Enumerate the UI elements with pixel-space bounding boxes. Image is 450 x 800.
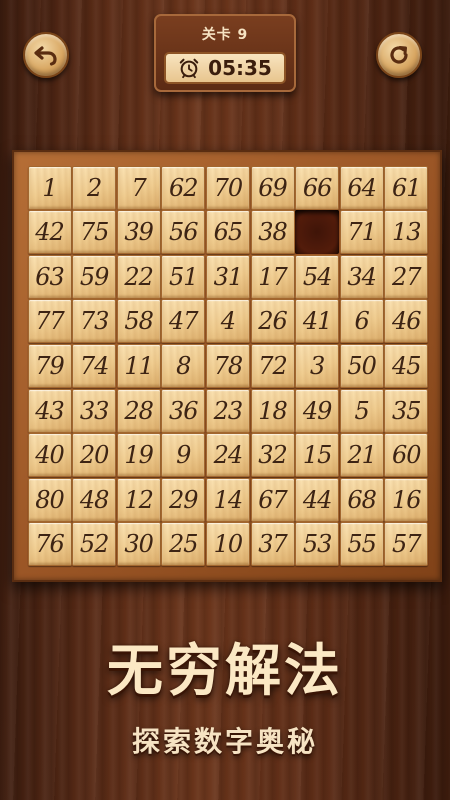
number-tile[interactable]: 8 (161, 343, 206, 388)
number-tile[interactable]: 48 (72, 477, 117, 522)
number-tile[interactable]: 74 (72, 343, 117, 388)
level-label: 关卡 9 (201, 27, 249, 43)
number-tile[interactable]: 25 (161, 522, 206, 567)
number-tile[interactable]: 16 (384, 477, 429, 522)
number-tile[interactable]: 23 (205, 388, 250, 433)
number-tile[interactable]: 70 (205, 165, 250, 210)
number-tile[interactable]: 67 (250, 477, 295, 522)
refresh-icon (390, 46, 408, 64)
number-tile[interactable]: 22 (116, 254, 161, 299)
number-tile[interactable]: 15 (295, 433, 340, 478)
number-tile[interactable]: 7 (116, 165, 161, 210)
number-tile[interactable]: 57 (384, 522, 429, 567)
number-tile[interactable]: 36 (161, 388, 206, 433)
number-tile[interactable]: 3 (295, 343, 340, 388)
number-tile[interactable]: 69 (250, 165, 295, 210)
number-tile[interactable]: 76 (27, 522, 72, 567)
undo-arrow-icon (34, 46, 57, 66)
number-tile[interactable]: 65 (205, 210, 250, 255)
number-tile[interactable]: 63 (27, 254, 72, 299)
number-tile[interactable]: 50 (339, 343, 384, 388)
number-tile[interactable]: 56 (161, 210, 206, 255)
number-tile[interactable]: 11 (116, 343, 161, 388)
number-tile[interactable]: 14 (205, 477, 250, 522)
number-tile[interactable]: 52 (72, 522, 117, 567)
number-tile[interactable]: 38 (250, 210, 295, 255)
number-tile[interactable]: 33 (72, 388, 117, 433)
number-tile[interactable]: 12 (116, 477, 161, 522)
number-tile[interactable]: 39 (116, 210, 161, 255)
number-tile[interactable]: 9 (161, 433, 206, 478)
number-tile[interactable]: 78 (205, 343, 250, 388)
number-tile[interactable]: 19 (116, 433, 161, 478)
number-tile[interactable]: 1 (27, 165, 72, 210)
number-tile[interactable]: 24 (205, 433, 250, 478)
number-tile[interactable]: 26 (250, 299, 295, 344)
number-tile[interactable]: 34 (339, 254, 384, 299)
number-tile[interactable]: 21 (339, 433, 384, 478)
number-tile[interactable]: 31 (205, 254, 250, 299)
number-tile[interactable]: 61 (384, 165, 429, 210)
number-tile[interactable]: 40 (27, 433, 72, 478)
number-tile[interactable]: 17 (250, 254, 295, 299)
back-button[interactable] (23, 32, 69, 78)
number-tile[interactable]: 72 (250, 343, 295, 388)
number-tile[interactable]: 10 (205, 522, 250, 567)
number-tile[interactable]: 64 (339, 165, 384, 210)
number-tile[interactable]: 73 (72, 299, 117, 344)
alarm-clock-icon (179, 58, 199, 79)
number-tile[interactable]: 55 (339, 522, 384, 567)
number-tile[interactable]: 30 (116, 522, 161, 567)
number-tile[interactable]: 35 (384, 388, 429, 433)
number-tile[interactable]: 68 (339, 477, 384, 522)
timer-text: 05:35 (208, 56, 272, 80)
puzzle-board: 1 2 7 62 70 69 66 64 61 42 75 39 56 65 38 71 13 63 59 22 51 3… (12, 150, 442, 582)
number-tile[interactable]: 20 (72, 433, 117, 478)
number-tile[interactable]: 32 (250, 433, 295, 478)
number-tile[interactable]: 79 (27, 343, 72, 388)
number-tile[interactable]: 51 (161, 254, 206, 299)
number-tile[interactable]: 13 (384, 210, 429, 255)
number-tile[interactable]: 41 (295, 299, 340, 344)
number-tile[interactable]: 45 (384, 343, 429, 388)
timer-display: 05:35 (164, 52, 286, 84)
number-tile[interactable]: 37 (250, 522, 295, 567)
number-tile[interactable]: 75 (72, 210, 117, 255)
number-tile[interactable]: 4 (205, 299, 250, 344)
number-tile[interactable]: 59 (72, 254, 117, 299)
number-tile[interactable]: 28 (116, 388, 161, 433)
number-tile[interactable]: 5 (339, 388, 384, 433)
number-tile[interactable]: 47 (161, 299, 206, 344)
number-tile[interactable]: 80 (27, 477, 72, 522)
number-tile[interactable]: 66 (295, 165, 340, 210)
empty-slot (295, 210, 340, 255)
number-tile[interactable]: 27 (384, 254, 429, 299)
number-tile[interactable]: 18 (250, 388, 295, 433)
number-tile[interactable]: 43 (27, 388, 72, 433)
promo-subtitle: 探索数字奥秘 (131, 725, 318, 758)
number-tile[interactable]: 53 (295, 522, 340, 567)
number-tile[interactable]: 2 (72, 165, 117, 210)
number-tile[interactable]: 46 (384, 299, 429, 344)
number-tile[interactable]: 29 (161, 477, 206, 522)
number-tile[interactable]: 49 (295, 388, 340, 433)
number-tile[interactable]: 44 (295, 477, 340, 522)
number-tile[interactable]: 77 (27, 299, 72, 344)
promo-title: 无穷解法 (107, 639, 343, 704)
restart-button[interactable] (376, 32, 422, 78)
number-tile[interactable]: 58 (116, 299, 161, 344)
level-panel: 关卡 9 05:35 (154, 14, 296, 92)
number-tile[interactable]: 71 (339, 210, 384, 255)
number-tile[interactable]: 60 (384, 433, 429, 478)
number-tile[interactable]: 54 (295, 254, 340, 299)
number-tile[interactable]: 62 (161, 165, 206, 210)
number-tile[interactable]: 42 (27, 210, 72, 255)
number-tile[interactable]: 6 (339, 299, 384, 344)
